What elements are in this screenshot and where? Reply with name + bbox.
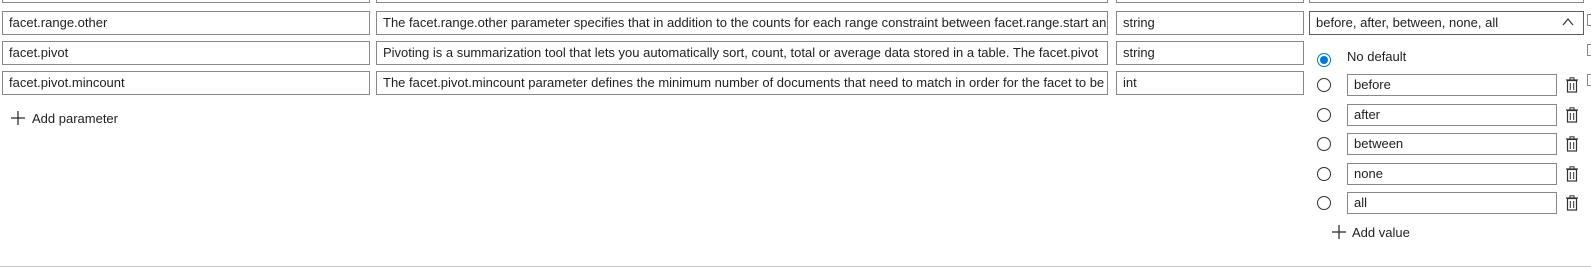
param-description-field[interactable]: The facet.range.other parameter specifie…	[376, 11, 1108, 35]
param-description-field[interactable]: Pivoting is a summarization tool that le…	[376, 41, 1108, 65]
param-type-field[interactable]: string	[1116, 41, 1304, 65]
value-input[interactable]: all	[1347, 192, 1557, 214]
divider	[0, 266, 1591, 267]
edge-checkbox-partial[interactable]	[1587, 44, 1591, 56]
add-parameter-button[interactable]: Add parameter	[10, 108, 118, 128]
value-input[interactable]: before	[1347, 74, 1557, 96]
value-input[interactable]: between	[1347, 133, 1557, 155]
plus-icon	[11, 111, 25, 125]
radio-value[interactable]	[1317, 167, 1331, 181]
value-input[interactable]: none	[1347, 163, 1557, 185]
trash-icon[interactable]	[1565, 77, 1579, 93]
param-name-field-partial[interactable]	[2, 0, 370, 3]
param-name-field[interactable]: facet.pivot	[2, 41, 370, 65]
trash-icon[interactable]	[1565, 136, 1579, 152]
param-values-dropdown-text: before, after, between, none, all	[1316, 15, 1499, 30]
param-description-field-partial[interactable]	[376, 0, 1108, 3]
param-description-field[interactable]: The facet.pivot.mincount parameter defin…	[376, 71, 1108, 95]
add-value-button[interactable]: Add value	[1331, 224, 1410, 240]
param-type-field[interactable]: int	[1116, 71, 1304, 95]
param-values-dropdown[interactable]: before, after, between, none, all	[1309, 11, 1584, 35]
radio-value[interactable]	[1317, 108, 1331, 122]
radio-value[interactable]	[1317, 196, 1331, 210]
radio-value[interactable]	[1317, 137, 1331, 151]
plus-icon	[1332, 225, 1346, 239]
values-panel: No default before after between none all	[1309, 35, 1585, 265]
no-default-label: No default	[1347, 49, 1407, 64]
param-name-field[interactable]: facet.pivot.mincount	[2, 71, 370, 95]
param-type-field-partial[interactable]	[1116, 0, 1304, 3]
param-default-field-partial[interactable]	[1309, 0, 1584, 3]
edge-checkbox-partial[interactable]	[1587, 74, 1591, 86]
radio-no-default[interactable]	[1317, 53, 1331, 67]
param-name-field[interactable]: facet.range.other	[2, 11, 370, 35]
trash-icon[interactable]	[1565, 107, 1579, 123]
radio-value[interactable]	[1317, 78, 1331, 92]
chevron-up-icon[interactable]	[1561, 15, 1575, 29]
edge-checkbox-partial[interactable]	[1587, 14, 1591, 26]
value-input[interactable]: after	[1347, 104, 1557, 126]
trash-icon[interactable]	[1565, 195, 1579, 211]
add-parameter-label: Add parameter	[32, 110, 118, 126]
trash-icon[interactable]	[1565, 166, 1579, 182]
param-type-field[interactable]: string	[1116, 11, 1304, 35]
add-value-label: Add value	[1352, 224, 1410, 240]
